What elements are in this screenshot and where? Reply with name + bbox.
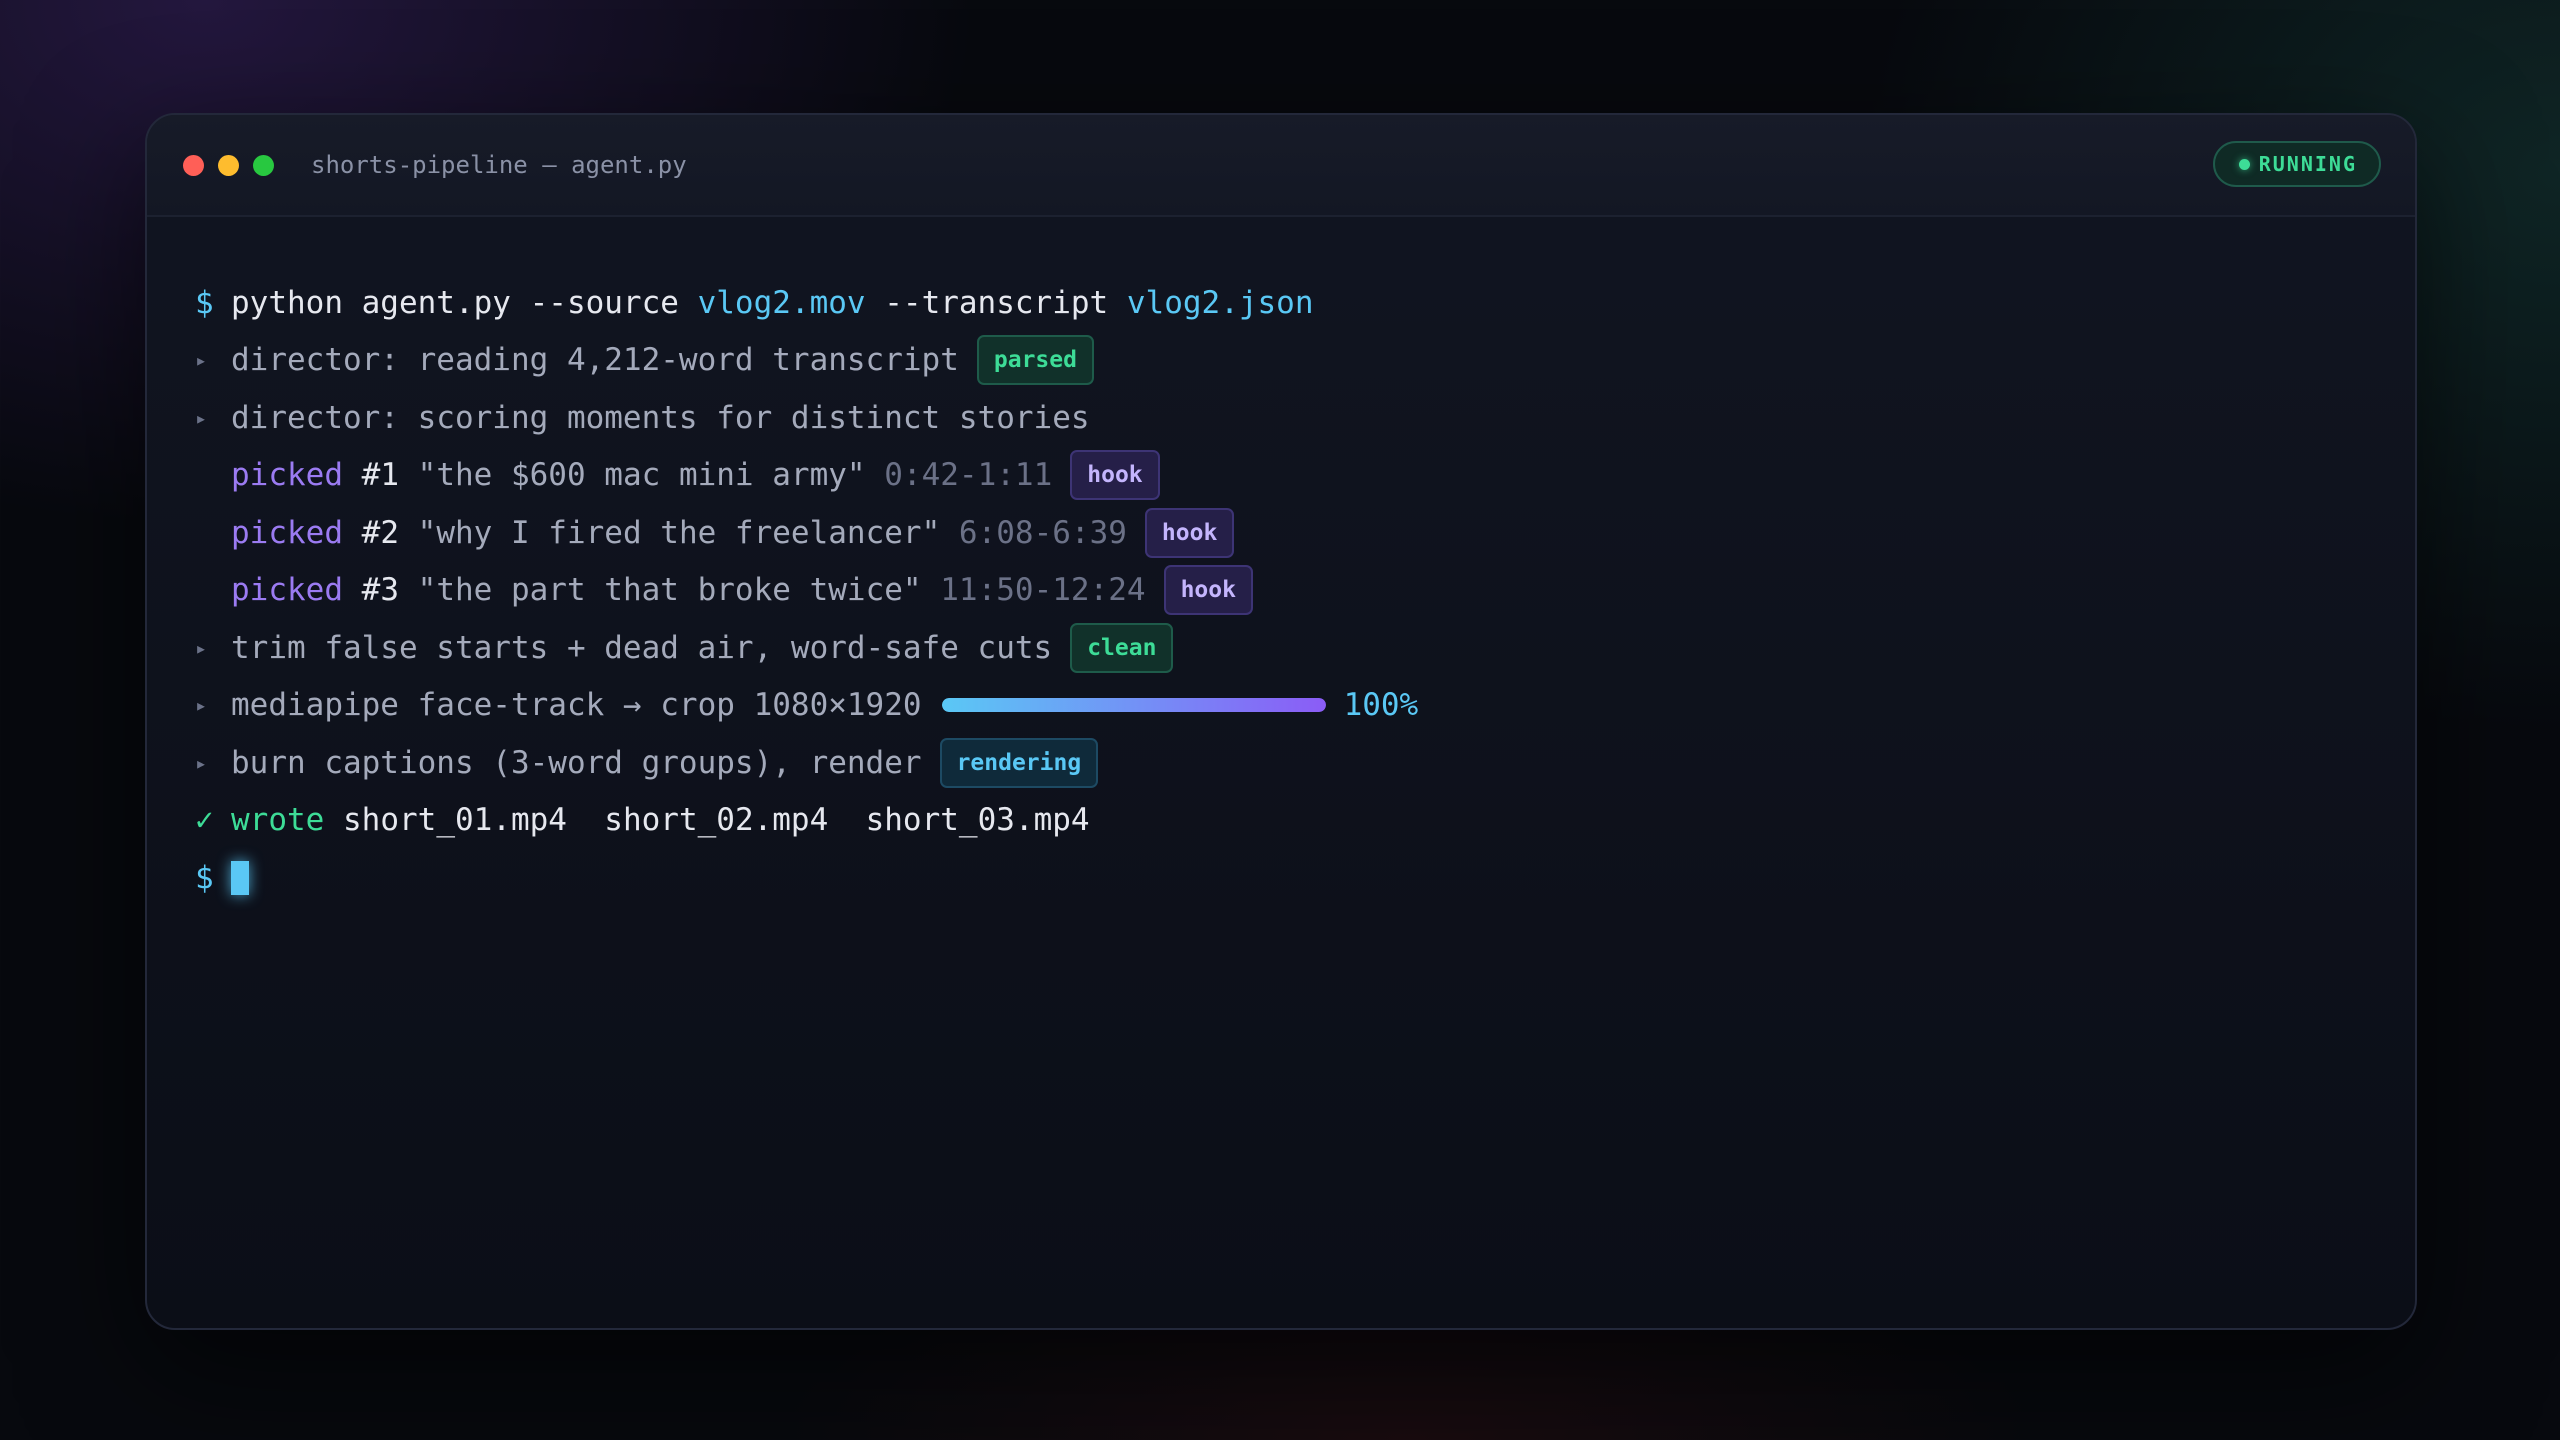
log-text: burn captions (3-word groups), render xyxy=(231,745,922,781)
prompt-symbol: $ xyxy=(195,285,214,321)
hook-tag: hook xyxy=(1144,508,1235,558)
pick-line: picked #3 "the part that broke twice" 11… xyxy=(195,561,1253,619)
terminal-output: $ python agent.py --source vlog2.mov --tr… xyxy=(147,217,2415,1328)
status-tag: clean xyxy=(1070,623,1174,673)
output-file: short_02.mp4 xyxy=(604,802,829,838)
log-line: ▸ trim false starts + dead air, word-safe… xyxy=(195,619,1174,677)
arrow-icon: ▸ xyxy=(195,636,208,660)
pick-label: picked xyxy=(231,572,343,608)
pick-timerange: 11:50-12:24 xyxy=(940,572,1146,608)
check-icon: ✓ xyxy=(195,802,214,838)
command-program: python agent.py --source xyxy=(231,285,698,321)
progress-bar xyxy=(941,698,1326,712)
status-label: RUNNING xyxy=(2258,152,2357,176)
pick-title: "why I fired the freelancer" xyxy=(417,515,941,551)
pick-line: picked #1 "the $600 mac mini army" 0:42-… xyxy=(195,446,1160,504)
progress-fill xyxy=(941,698,1326,712)
maximize-window-button[interactable] xyxy=(253,155,274,176)
arrow-icon: ▸ xyxy=(195,348,208,372)
text-cursor[interactable] xyxy=(231,861,249,895)
pick-label: picked xyxy=(231,515,343,551)
log-text: director: scoring moments for distinct s… xyxy=(231,400,1090,436)
result-label: wrote xyxy=(231,802,325,838)
status-dot-icon xyxy=(2238,159,2250,170)
log-line: ▸ director: reading 4,212-word transcript… xyxy=(195,331,1094,389)
hook-tag: hook xyxy=(1163,565,1253,615)
output-file: short_03.mp4 xyxy=(865,802,1090,838)
progress-percent: 100% xyxy=(1343,687,1419,723)
pick-number: #2 xyxy=(361,515,399,551)
close-window-button[interactable] xyxy=(183,155,204,176)
status-tag: rendering xyxy=(939,738,1099,788)
prompt-symbol: $ xyxy=(195,860,214,896)
title-bar: shorts-pipeline — agent.py RUNNING xyxy=(147,115,2415,217)
pick-title: "the $600 mac mini army" xyxy=(417,457,866,493)
command-line: $ python agent.py --source vlog2.mov --tr… xyxy=(195,274,1314,332)
transcript-file-arg: vlog2.json xyxy=(1126,285,1314,321)
pick-number: #1 xyxy=(361,457,399,493)
log-text: mediapipe face-track → crop 1080×1920 xyxy=(231,687,922,723)
status-tag: parsed xyxy=(976,335,1094,385)
arrow-icon: ▸ xyxy=(195,406,208,430)
log-line: ▸ mediapipe face-track → crop 1080×1920 10… xyxy=(195,676,1418,734)
log-text: trim false starts + dead air, word-safe … xyxy=(231,630,1053,666)
minimize-window-button[interactable] xyxy=(218,155,239,176)
window-title: shorts-pipeline — agent.py xyxy=(311,151,687,179)
pick-line: picked #2 "why I fired the freelancer" 6… xyxy=(195,504,1235,562)
arrow-icon: ▸ xyxy=(195,693,208,717)
pick-timerange: 0:42-1:11 xyxy=(884,457,1053,493)
log-line: ▸ director: scoring moments for distinct … xyxy=(195,389,1090,447)
output-file: short_01.mp4 xyxy=(343,802,567,838)
arrow-icon: ▸ xyxy=(195,751,208,775)
log-line: ▸ burn captions (3-word groups), render re… xyxy=(195,734,1099,792)
source-file-arg: vlog2.mov xyxy=(697,285,866,321)
status-badge: RUNNING xyxy=(2212,141,2381,187)
input-line[interactable]: $ xyxy=(195,849,249,907)
pick-number: #3 xyxy=(361,572,399,608)
pick-timerange: 6:08-6:39 xyxy=(958,515,1127,551)
log-text: director: reading 4,212-word transcript xyxy=(231,342,959,378)
pick-label: picked xyxy=(231,457,343,493)
hook-tag: hook xyxy=(1070,450,1160,500)
transcript-flag: --transcript xyxy=(865,285,1127,321)
terminal-window: shorts-pipeline — agent.py RUNNING $ pyth… xyxy=(145,113,2417,1330)
result-line: ✓ wrote short_01.mp4 short_02.mp4 short_0… xyxy=(195,791,1090,849)
pick-title: "the part that broke twice" xyxy=(417,572,922,608)
